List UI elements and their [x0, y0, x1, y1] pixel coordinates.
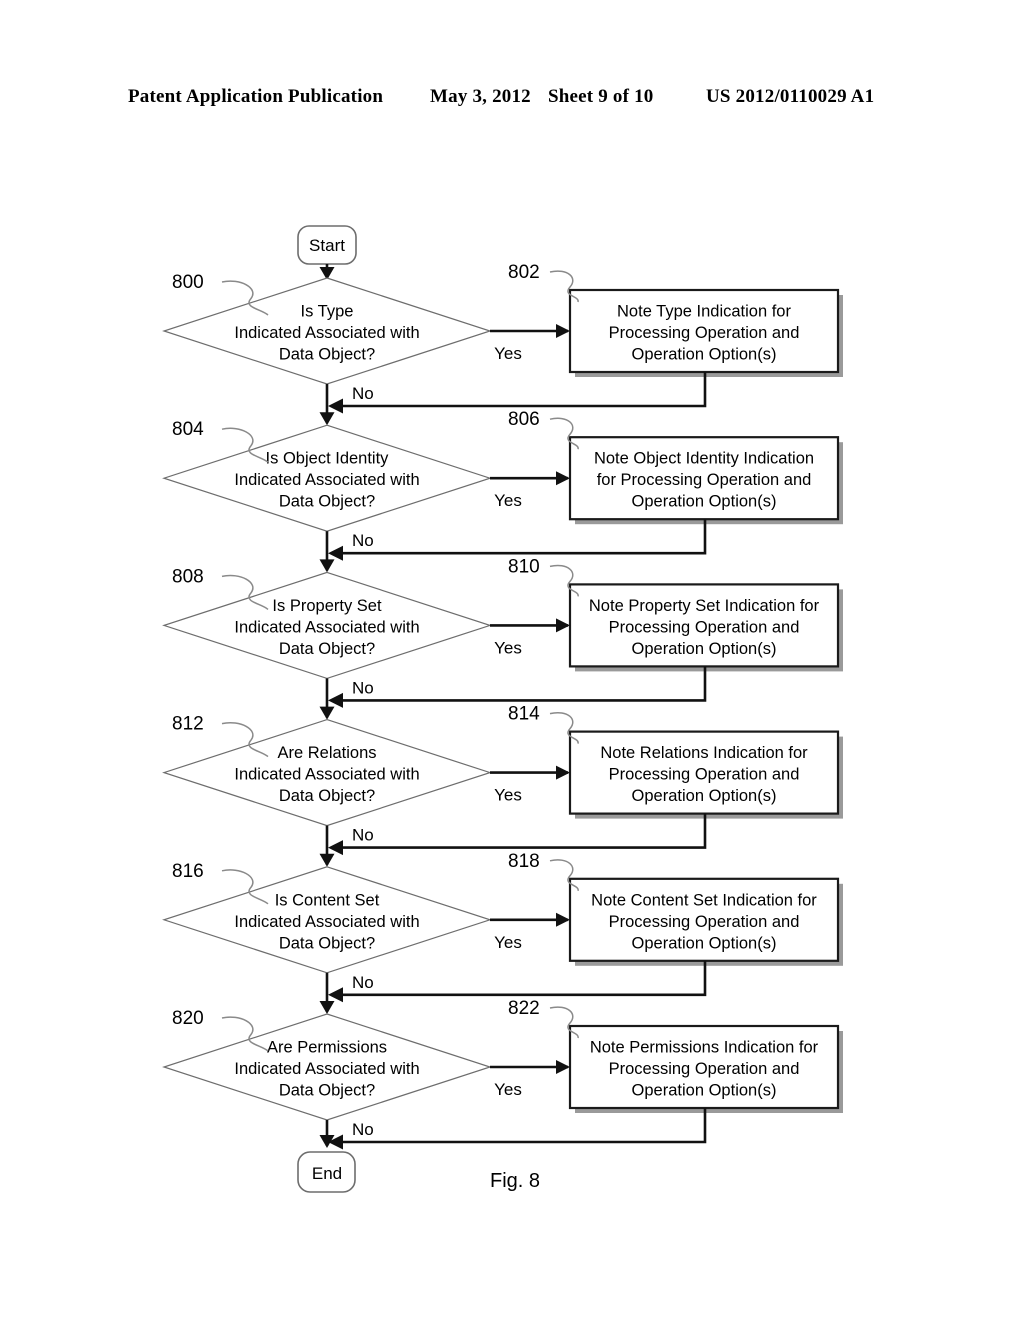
- no-label-820: No: [352, 1120, 374, 1139]
- return-line-818: [341, 960, 707, 997]
- svg-text:Operation Option(s): Operation Option(s): [632, 787, 777, 805]
- svg-text:Operation Option(s): Operation Option(s): [632, 346, 777, 364]
- svg-text:Are Permissions: Are Permissions: [267, 1039, 387, 1057]
- svg-text:Operation Option(s): Operation Option(s): [632, 640, 777, 658]
- yes-label-816: Yes: [494, 933, 522, 952]
- svg-text:Is Property Set: Is Property Set: [272, 597, 382, 615]
- reference-number-812: 812: [172, 714, 204, 735]
- svg-text:Indicated Associated with: Indicated Associated with: [234, 913, 419, 931]
- return-line-822: [341, 1108, 707, 1144]
- patent-drawing-page: Patent Application Publication May 3, 20…: [0, 0, 1024, 1320]
- svg-text:Indicated Associated with: Indicated Associated with: [234, 1060, 419, 1078]
- reference-leader-line: [549, 564, 579, 597]
- reference-leader-line: [549, 417, 579, 450]
- yes-label-820: Yes: [494, 1080, 522, 1099]
- svg-text:Processing Operation and: Processing Operation and: [609, 618, 800, 636]
- svg-text:Are Relations: Are Relations: [277, 744, 376, 762]
- figure-caption: Fig. 8: [490, 1170, 540, 1192]
- process-text-802: Note Type Indication for Processing Opera…: [609, 303, 800, 364]
- svg-text:Processing Operation and: Processing Operation and: [609, 913, 800, 931]
- svg-text:Note Type Indication for: Note Type Indication for: [617, 303, 791, 321]
- arrowhead-right: [556, 471, 570, 486]
- arrowhead-down: [319, 559, 335, 573]
- reference-leader-line: [549, 1006, 579, 1039]
- return-line-814: [341, 813, 707, 849]
- reference-number-804: 804: [172, 419, 204, 440]
- arrowhead-down: [319, 853, 335, 867]
- reference-number-810: 810: [508, 556, 540, 577]
- svg-text:Operation Option(s): Operation Option(s): [632, 493, 777, 511]
- svg-text:Operation Option(s): Operation Option(s): [632, 1082, 777, 1100]
- arrowhead-right: [556, 1060, 570, 1074]
- arrowhead-left: [328, 840, 343, 856]
- svg-text:Processing Operation and: Processing Operation and: [609, 1060, 800, 1078]
- start-label: Start: [309, 236, 345, 255]
- arrowhead-left: [328, 545, 343, 561]
- svg-text:Indicated Associated with: Indicated Associated with: [234, 471, 419, 489]
- reference-leader-line: [549, 859, 579, 892]
- reference-number-822: 822: [508, 998, 540, 1019]
- arrowhead-left: [328, 692, 343, 708]
- svg-text:Note Relations Indication for: Note Relations Indication for: [600, 744, 808, 762]
- svg-text:Note Content Set Indication fo: Note Content Set Indication for: [591, 891, 817, 909]
- return-line-802: [341, 372, 707, 408]
- svg-text:Data Object?: Data Object?: [279, 1082, 375, 1100]
- svg-text:Note Object Identity Indicatio: Note Object Identity Indication: [594, 450, 814, 468]
- svg-text:Is Content Set: Is Content Set: [275, 891, 380, 909]
- yes-label-812: Yes: [494, 786, 522, 805]
- reference-number-818: 818: [508, 851, 540, 872]
- arrowhead-down: [319, 1001, 335, 1014]
- no-label-808: No: [352, 678, 374, 697]
- svg-text:Note Permissions Indication fo: Note Permissions Indication for: [590, 1039, 819, 1057]
- yes-label-808: Yes: [494, 638, 522, 657]
- reference-leader-line: [549, 270, 579, 303]
- arrowhead-down: [319, 412, 335, 426]
- svg-text:Processing Operation and: Processing Operation and: [609, 324, 800, 342]
- svg-text:Data Object?: Data Object?: [279, 787, 375, 805]
- no-label-804: No: [352, 531, 374, 550]
- reference-number-806: 806: [508, 409, 540, 430]
- reference-number-802: 802: [508, 262, 540, 283]
- arrowhead-right: [556, 618, 570, 633]
- svg-text:Indicated Associated with: Indicated Associated with: [234, 766, 419, 784]
- arrowhead-right: [556, 765, 570, 780]
- svg-text:Data Object?: Data Object?: [279, 934, 375, 952]
- svg-text:Operation Option(s): Operation Option(s): [632, 934, 777, 952]
- svg-text:Is Type: Is Type: [301, 303, 354, 321]
- svg-text:for Processing Operation and: for Processing Operation and: [597, 471, 812, 489]
- return-line-806: [341, 519, 707, 555]
- svg-text:Is Object Identity: Is Object Identity: [266, 450, 390, 468]
- arrowhead-left: [328, 398, 343, 414]
- no-label-800: No: [352, 384, 374, 403]
- yes-label-804: Yes: [494, 491, 522, 510]
- svg-text:Data Object?: Data Object?: [279, 493, 375, 511]
- reference-number-808: 808: [172, 566, 204, 587]
- reference-leader-line: [549, 711, 579, 744]
- svg-text:Note Property Set Indication f: Note Property Set Indication for: [589, 597, 820, 615]
- svg-text:Indicated Associated with: Indicated Associated with: [234, 324, 419, 342]
- svg-text:Data Object?: Data Object?: [279, 346, 375, 364]
- svg-text:Processing Operation and: Processing Operation and: [609, 766, 800, 784]
- flowchart-figure: Start Is Type Indicated Associated with Dat…: [162, 225, 843, 1193]
- svg-text:Indicated Associated with: Indicated Associated with: [234, 618, 419, 636]
- arrowhead-right: [556, 324, 570, 338]
- end-label: End: [312, 1164, 342, 1183]
- return-line-810: [341, 666, 707, 702]
- reference-number-816: 816: [172, 861, 204, 882]
- arrowhead-down: [319, 706, 335, 720]
- reference-number-814: 814: [508, 704, 540, 725]
- yes-label-800: Yes: [494, 344, 522, 363]
- no-label-816: No: [352, 973, 374, 992]
- arrowhead-right: [556, 912, 570, 927]
- no-label-812: No: [352, 826, 374, 845]
- reference-number-820: 820: [172, 1008, 204, 1029]
- reference-number-800: 800: [172, 272, 204, 293]
- arrowhead-left: [328, 987, 343, 1003]
- svg-text:Data Object?: Data Object?: [279, 640, 375, 658]
